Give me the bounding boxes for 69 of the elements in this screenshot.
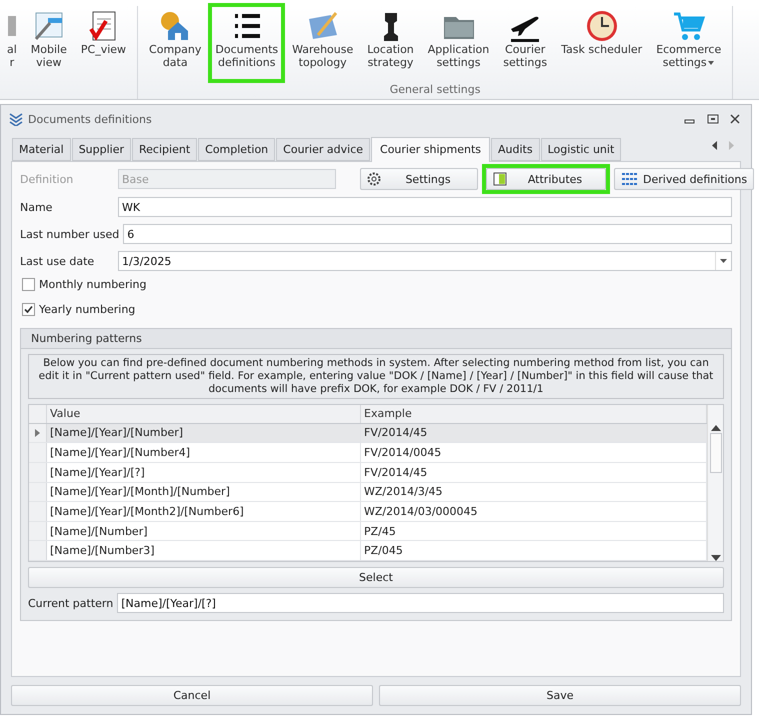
field-label: Last use date [20, 254, 96, 268]
action-button[interactable]: Attributes [486, 168, 606, 190]
table-row[interactable]: [Name]/[Year]/[Month]/[Number] WZ/2014/3/45 [29, 482, 707, 502]
table-cell: [Name]/[Number] [47, 522, 361, 540]
group-label: General settings [388, 83, 482, 98]
table-row[interactable]: [Name]/[Year]/[Month2]/[Number6] WZ/2014/03/000045 [29, 502, 707, 522]
dialog-button[interactable]: Cancel [11, 685, 373, 706]
tab[interactable]: Recipient [132, 138, 198, 161]
ribbon-button[interactable]: Mobile view [24, 3, 74, 99]
table-cell: [Name]/[Year]/[Month2]/[Number6] [47, 502, 361, 521]
lines-icon [621, 172, 639, 186]
tab[interactable]: Completion [198, 138, 276, 161]
ribbon-button[interactable]: Company data [142, 3, 208, 83]
input-field[interactable]: 6 [123, 224, 732, 244]
scroll-down-icon [710, 555, 720, 561]
tab[interactable]: Supplier [72, 138, 132, 161]
table-row[interactable]: [Name]/[Number3] PZ/045 [29, 541, 707, 561]
checkbox[interactable] [22, 303, 35, 316]
group-title: Numbering patterns [21, 329, 731, 349]
info-text: Below you can find pre-defined document numbering methods in system. After selecting numbering method from list, you can edit it in "Current pattern used" field. For example, entering value "DOK / [Name] / [Year] / [Number]" in this field will cause that documents will have prefix DOK, for example DOK / FV / 2011/1 [28, 354, 724, 399]
ribbon-button[interactable]: Task scheduler [554, 3, 650, 83]
ribbon-button[interactable]: Documents definitions [208, 3, 286, 83]
action-button[interactable]: Settings [360, 168, 478, 190]
window-title: Documents definitions [28, 112, 153, 126]
date-field[interactable]: 1/3/2025 [118, 251, 732, 271]
ribbon-button[interactable]: Courier settings [496, 3, 554, 83]
scroll-arrows-icon [712, 141, 734, 150]
table-row[interactable]: [Name]/[Year]/[Number] FV/2014/45 [29, 424, 707, 444]
table-cell: [Name]/[Year]/[Number4] [47, 443, 361, 462]
table-cell: [Name]/[Number3] [47, 541, 361, 560]
table-cell: [Name]/[Year]/[Month]/[Number] [47, 482, 361, 502]
field-label: Last number used [20, 228, 120, 240]
field-label: Name [20, 200, 54, 214]
ribbon-button[interactable]: Ecommerce settings [649, 3, 728, 83]
dropdown-icon [720, 259, 727, 263]
tab[interactable]: Audits [491, 138, 540, 161]
checkbox[interactable] [22, 278, 35, 291]
column-header: Value [47, 405, 361, 423]
ribbon-button[interactable]: PC_view [74, 3, 134, 99]
gear-icon [367, 172, 381, 186]
checkbox-label: Monthly numbering [39, 278, 146, 291]
table-cell: [Name]/[Year]/[Number] [47, 424, 361, 442]
ribbon-button[interactable]: Application settings [420, 3, 496, 83]
row-pointer-icon [35, 428, 40, 437]
app-logo-icon [9, 112, 23, 126]
table-row[interactable]: [Name]/[Year]/[?] FV/2014/45 [29, 462, 707, 483]
table-row[interactable]: [Name]/[Number] PZ/45 [29, 522, 707, 542]
input-field[interactable]: [Name]/[Year]/[?] [117, 593, 724, 613]
table-row[interactable]: [Name]/[Year]/[Number4] FV/2014/0045 [29, 443, 707, 463]
ribbon-button[interactable]: Warehouse topology [285, 3, 360, 83]
field-label: Current pattern [28, 596, 114, 610]
scrollbar-thumb[interactable] [710, 433, 722, 473]
tab[interactable]: Courier advice [276, 138, 370, 161]
scroll-up-icon [710, 425, 720, 431]
action-button[interactable]: Derived definitions [614, 168, 754, 190]
tab[interactable]: Logistic unit [540, 138, 622, 161]
tab[interactable]: Material [12, 138, 71, 161]
input-field[interactable]: WK [118, 197, 732, 217]
select-button[interactable]: Select [28, 567, 724, 588]
dialog-button[interactable]: Save [379, 685, 741, 706]
checkbox-label: Yearly numbering [39, 303, 136, 316]
panel-icon [493, 172, 507, 186]
table-cell: [Name]/[Year]/[?] [47, 462, 361, 482]
clock-icon [584, 9, 619, 43]
tab[interactable]: Courier shipments [371, 137, 490, 162]
tool-icon [8, 16, 16, 36]
ribbon-button[interactable]: Location strategy [360, 3, 421, 83]
field-label: Definition [20, 172, 74, 186]
ribbon-button[interactable]: al r [0, 3, 24, 99]
